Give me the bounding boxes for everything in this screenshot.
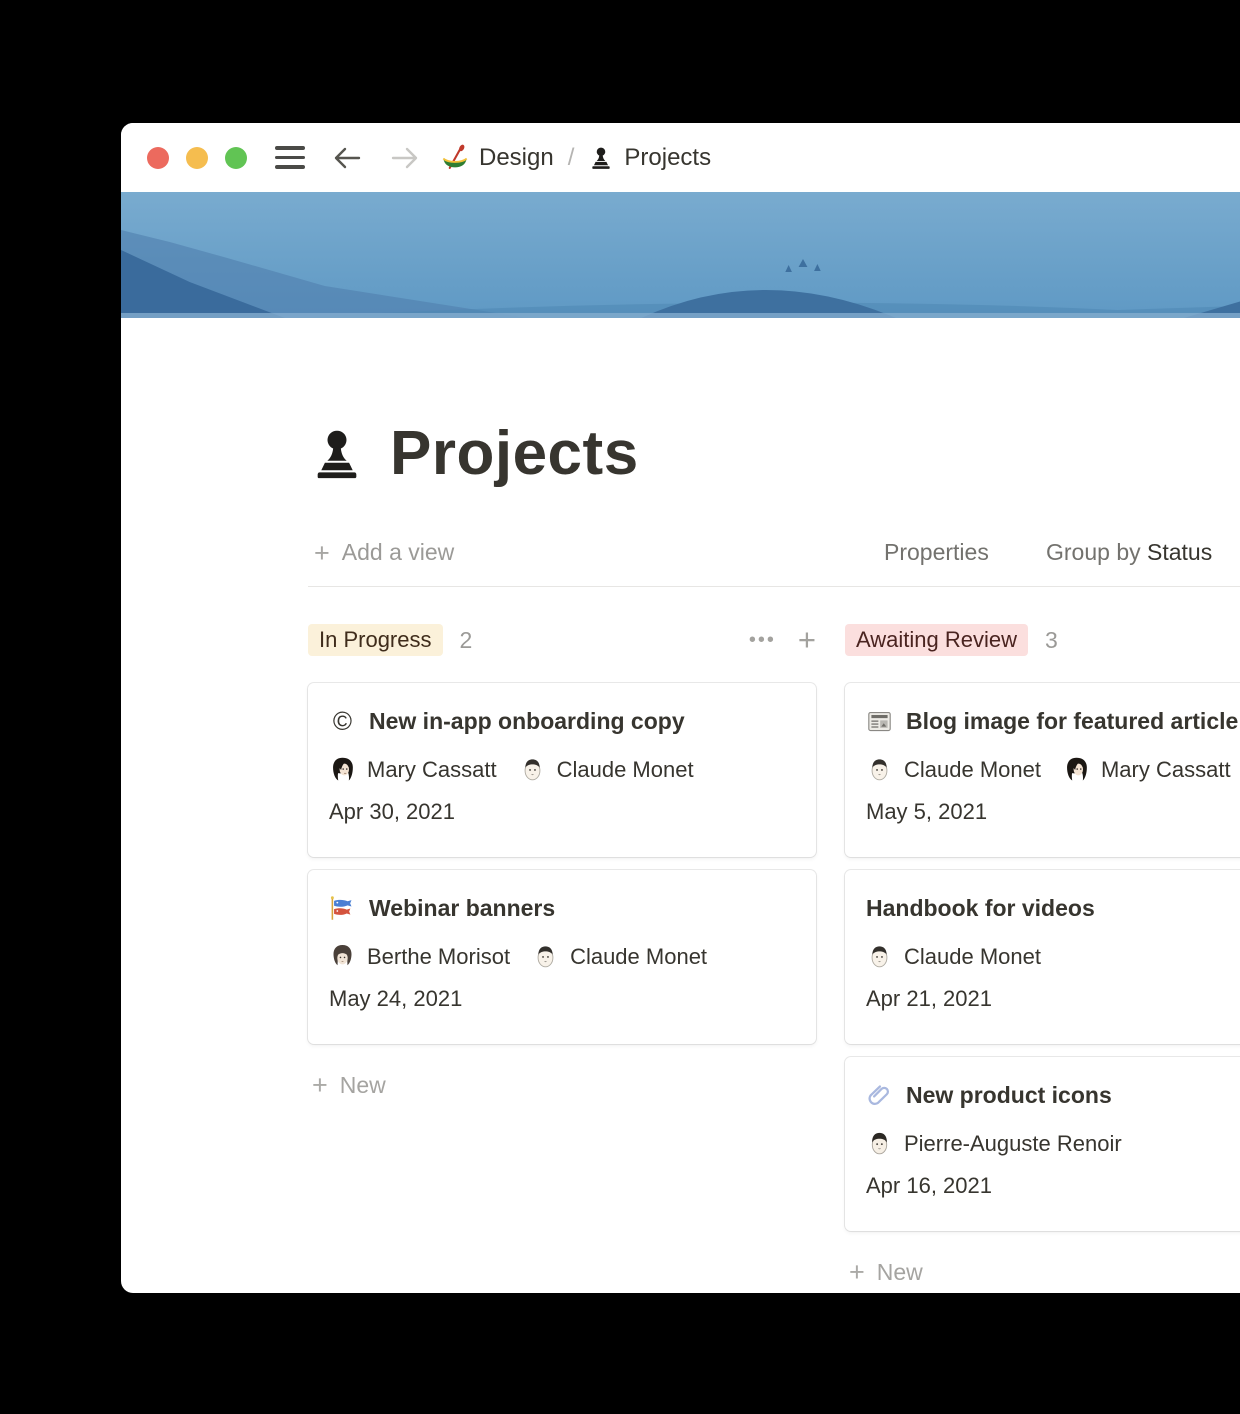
card[interactable]: Webinar banners (308, 870, 816, 1044)
view-toolbar: + Add a view Properties Group by Status (308, 535, 1240, 575)
mountain-landscape-image (121, 192, 1240, 318)
assignee-name: Claude Monet (570, 944, 707, 970)
add-view-label: Add a view (342, 539, 455, 566)
avatar-claude-monet (866, 756, 893, 783)
carp-streamer-icon (329, 895, 356, 922)
card[interactable]: Handbook for videos (845, 870, 1240, 1044)
group-by-button[interactable]: Group by Status (1046, 539, 1212, 566)
column-in-progress: In Progress 2 ••• + © New in-app onboard… (308, 622, 816, 1101)
card-title: Handbook for videos (866, 895, 1095, 922)
assignee: Claude Monet (866, 756, 1041, 783)
breadcrumb-workspace[interactable]: Design (441, 144, 554, 172)
avatar-berthe-morisot (329, 943, 356, 970)
card-title: New product icons (906, 1082, 1112, 1109)
breadcrumb-page-label: Projects (624, 144, 711, 172)
arrow-right-icon (390, 145, 420, 171)
zoom-window-button[interactable] (225, 147, 247, 169)
column-awaiting-review: Awaiting Review 3 ••• + (845, 622, 1240, 1288)
column-header: Awaiting Review 3 ••• + (845, 622, 1240, 658)
page-title[interactable]: Projects (390, 418, 639, 489)
column-count: 3 (1045, 627, 1058, 654)
assignee-name: Mary Cassatt (1101, 757, 1231, 783)
minimize-window-button[interactable] (186, 147, 208, 169)
newspaper-icon (866, 708, 893, 735)
assignee: Claude Monet (519, 756, 694, 783)
breadcrumb: Design / Projects (441, 144, 711, 172)
card-date: Apr 21, 2021 (866, 986, 1240, 1012)
card[interactable]: © New in-app onboarding copy (308, 683, 816, 857)
new-card-label: New (340, 1072, 386, 1099)
column-count: 2 (460, 627, 473, 654)
breadcrumb-workspace-label: Design (479, 144, 554, 172)
card-date: Apr 30, 2021 (329, 799, 795, 825)
card-date: May 5, 2021 (866, 799, 1240, 825)
card-date: May 24, 2021 (329, 986, 795, 1012)
card-title: Blog image for featured article (906, 708, 1238, 735)
assignee: Claude Monet (532, 943, 707, 970)
card[interactable]: New product icons (845, 1057, 1240, 1231)
canoe-icon (441, 144, 469, 172)
column-more-button[interactable]: ••• (749, 635, 776, 645)
plus-icon: + (849, 1257, 865, 1288)
assignee-name: Berthe Morisot (367, 944, 510, 970)
traffic-lights (147, 147, 247, 169)
assignee: Mary Cassatt (329, 756, 497, 783)
assignee: Mary Cassatt (1063, 756, 1231, 783)
new-card-label: New (877, 1259, 923, 1286)
add-view-button[interactable]: + Add a view (314, 539, 454, 566)
back-button[interactable] (331, 142, 363, 174)
pawn-icon[interactable] (308, 425, 366, 483)
card-title: Webinar banners (369, 895, 555, 922)
avatar-mary-cassatt (1063, 756, 1090, 783)
copyright-icon: © (329, 708, 356, 735)
toolbar-divider (308, 586, 1240, 587)
pawn-icon (588, 145, 614, 171)
assignee: Pierre-Auguste Renoir (866, 1130, 1122, 1157)
assignee-name: Mary Cassatt (367, 757, 497, 783)
app-window: Design / Projects (121, 123, 1240, 1293)
assignee-name: Claude Monet (557, 757, 694, 783)
plus-icon: + (312, 1070, 328, 1101)
avatar-pierre-auguste-renoir (866, 1130, 893, 1157)
paperclip-icon (866, 1082, 893, 1109)
assignee-name: Claude Monet (904, 757, 1041, 783)
group-by-label: Group by (1046, 539, 1141, 565)
assignee-name: Pierre-Auguste Renoir (904, 1131, 1122, 1157)
avatar-claude-monet (532, 943, 559, 970)
avatar-claude-monet (519, 756, 546, 783)
page-content: Projects + Add a view Properties Group b… (121, 418, 1240, 1288)
new-card-button[interactable]: + New (308, 1070, 816, 1101)
kanban-board: In Progress 2 ••• + © New in-app onboard… (308, 622, 1240, 1288)
arrow-left-icon (332, 145, 362, 171)
close-window-button[interactable] (147, 147, 169, 169)
properties-button[interactable]: Properties (884, 539, 989, 566)
forward-button[interactable] (389, 142, 421, 174)
card-title: New in-app onboarding copy (369, 708, 685, 735)
page-title-row: Projects (308, 418, 1240, 489)
breadcrumb-page[interactable]: Projects (588, 144, 711, 172)
breadcrumb-separator: / (568, 144, 575, 172)
assignee: Berthe Morisot (329, 943, 510, 970)
status-badge: In Progress (308, 624, 443, 656)
menu-icon[interactable] (275, 146, 305, 168)
group-by-value: Status (1147, 539, 1212, 565)
card-date: Apr 16, 2021 (866, 1173, 1240, 1199)
status-badge: Awaiting Review (845, 624, 1028, 656)
plus-icon: + (314, 542, 330, 564)
titlebar: Design / Projects (121, 123, 1240, 192)
avatar-mary-cassatt (329, 756, 356, 783)
new-card-button[interactable]: + New (845, 1257, 1240, 1288)
avatar-claude-monet (866, 943, 893, 970)
column-add-button[interactable]: + (798, 630, 816, 650)
column-header: In Progress 2 ••• + (308, 622, 816, 658)
assignee-name: Claude Monet (904, 944, 1041, 970)
card[interactable]: Blog image for featured article (845, 683, 1240, 857)
assignee: Claude Monet (866, 943, 1041, 970)
page-cover-image (121, 192, 1240, 318)
